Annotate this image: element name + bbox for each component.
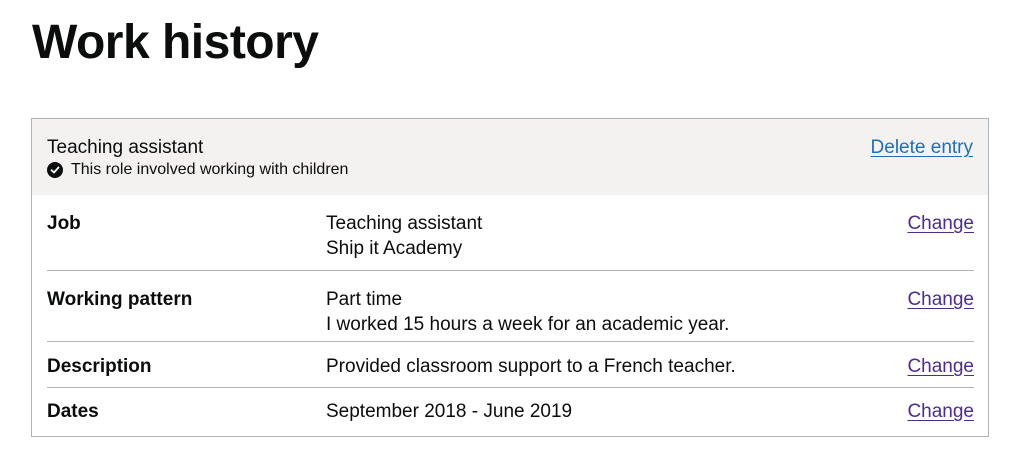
summary-list: Job Teaching assistant Ship it Academy C… — [47, 195, 974, 436]
page: Work history Teaching assistant This rol… — [0, 0, 1019, 468]
row-value-line: Teaching assistant — [326, 213, 483, 234]
page-title: Work history — [32, 16, 319, 69]
row-key: Working pattern — [47, 289, 193, 310]
row-value: September 2018 - June 2019 — [326, 399, 572, 424]
card-header: Teaching assistant This role involved wo… — [32, 119, 988, 195]
delete-entry-link[interactable]: Delete entry — [871, 135, 973, 160]
change-dates-link[interactable]: Change — [907, 399, 974, 424]
row-key: Job — [47, 213, 81, 234]
summary-row-job: Job Teaching assistant Ship it Academy C… — [47, 195, 974, 271]
change-job-link[interactable]: Change — [907, 211, 974, 236]
row-value-line: Provided classroom support to a French t… — [326, 356, 736, 377]
work-history-entry-card: Teaching assistant This role involved wo… — [31, 118, 989, 437]
tag-label: This role involved working with children — [71, 161, 349, 178]
working-with-children-tag: This role involved working with children — [47, 160, 348, 180]
row-value: Part time I worked 15 hours a week for a… — [326, 287, 729, 337]
row-value-line: September 2018 - June 2019 — [326, 401, 573, 422]
change-working-pattern-link[interactable]: Change — [907, 287, 974, 312]
change-description-link[interactable]: Change — [907, 354, 974, 379]
row-value-line: I worked 15 hours a week for an academic… — [326, 314, 730, 335]
row-value-line: Part time — [326, 289, 403, 310]
summary-row-description: Description Provided classroom support t… — [47, 342, 974, 388]
entry-title: Teaching assistant — [47, 137, 204, 158]
summary-row-dates: Dates September 2018 - June 2019 Change — [47, 388, 974, 436]
row-value: Provided classroom support to a French t… — [326, 354, 736, 379]
row-value: Teaching assistant Ship it Academy — [326, 211, 482, 261]
summary-row-working-pattern: Working pattern Part time I worked 15 ho… — [47, 271, 974, 342]
row-key: Dates — [47, 401, 99, 422]
check-circle-icon — [47, 162, 63, 178]
row-value-line: Ship it Academy — [326, 238, 463, 259]
row-key: Description — [47, 356, 152, 377]
